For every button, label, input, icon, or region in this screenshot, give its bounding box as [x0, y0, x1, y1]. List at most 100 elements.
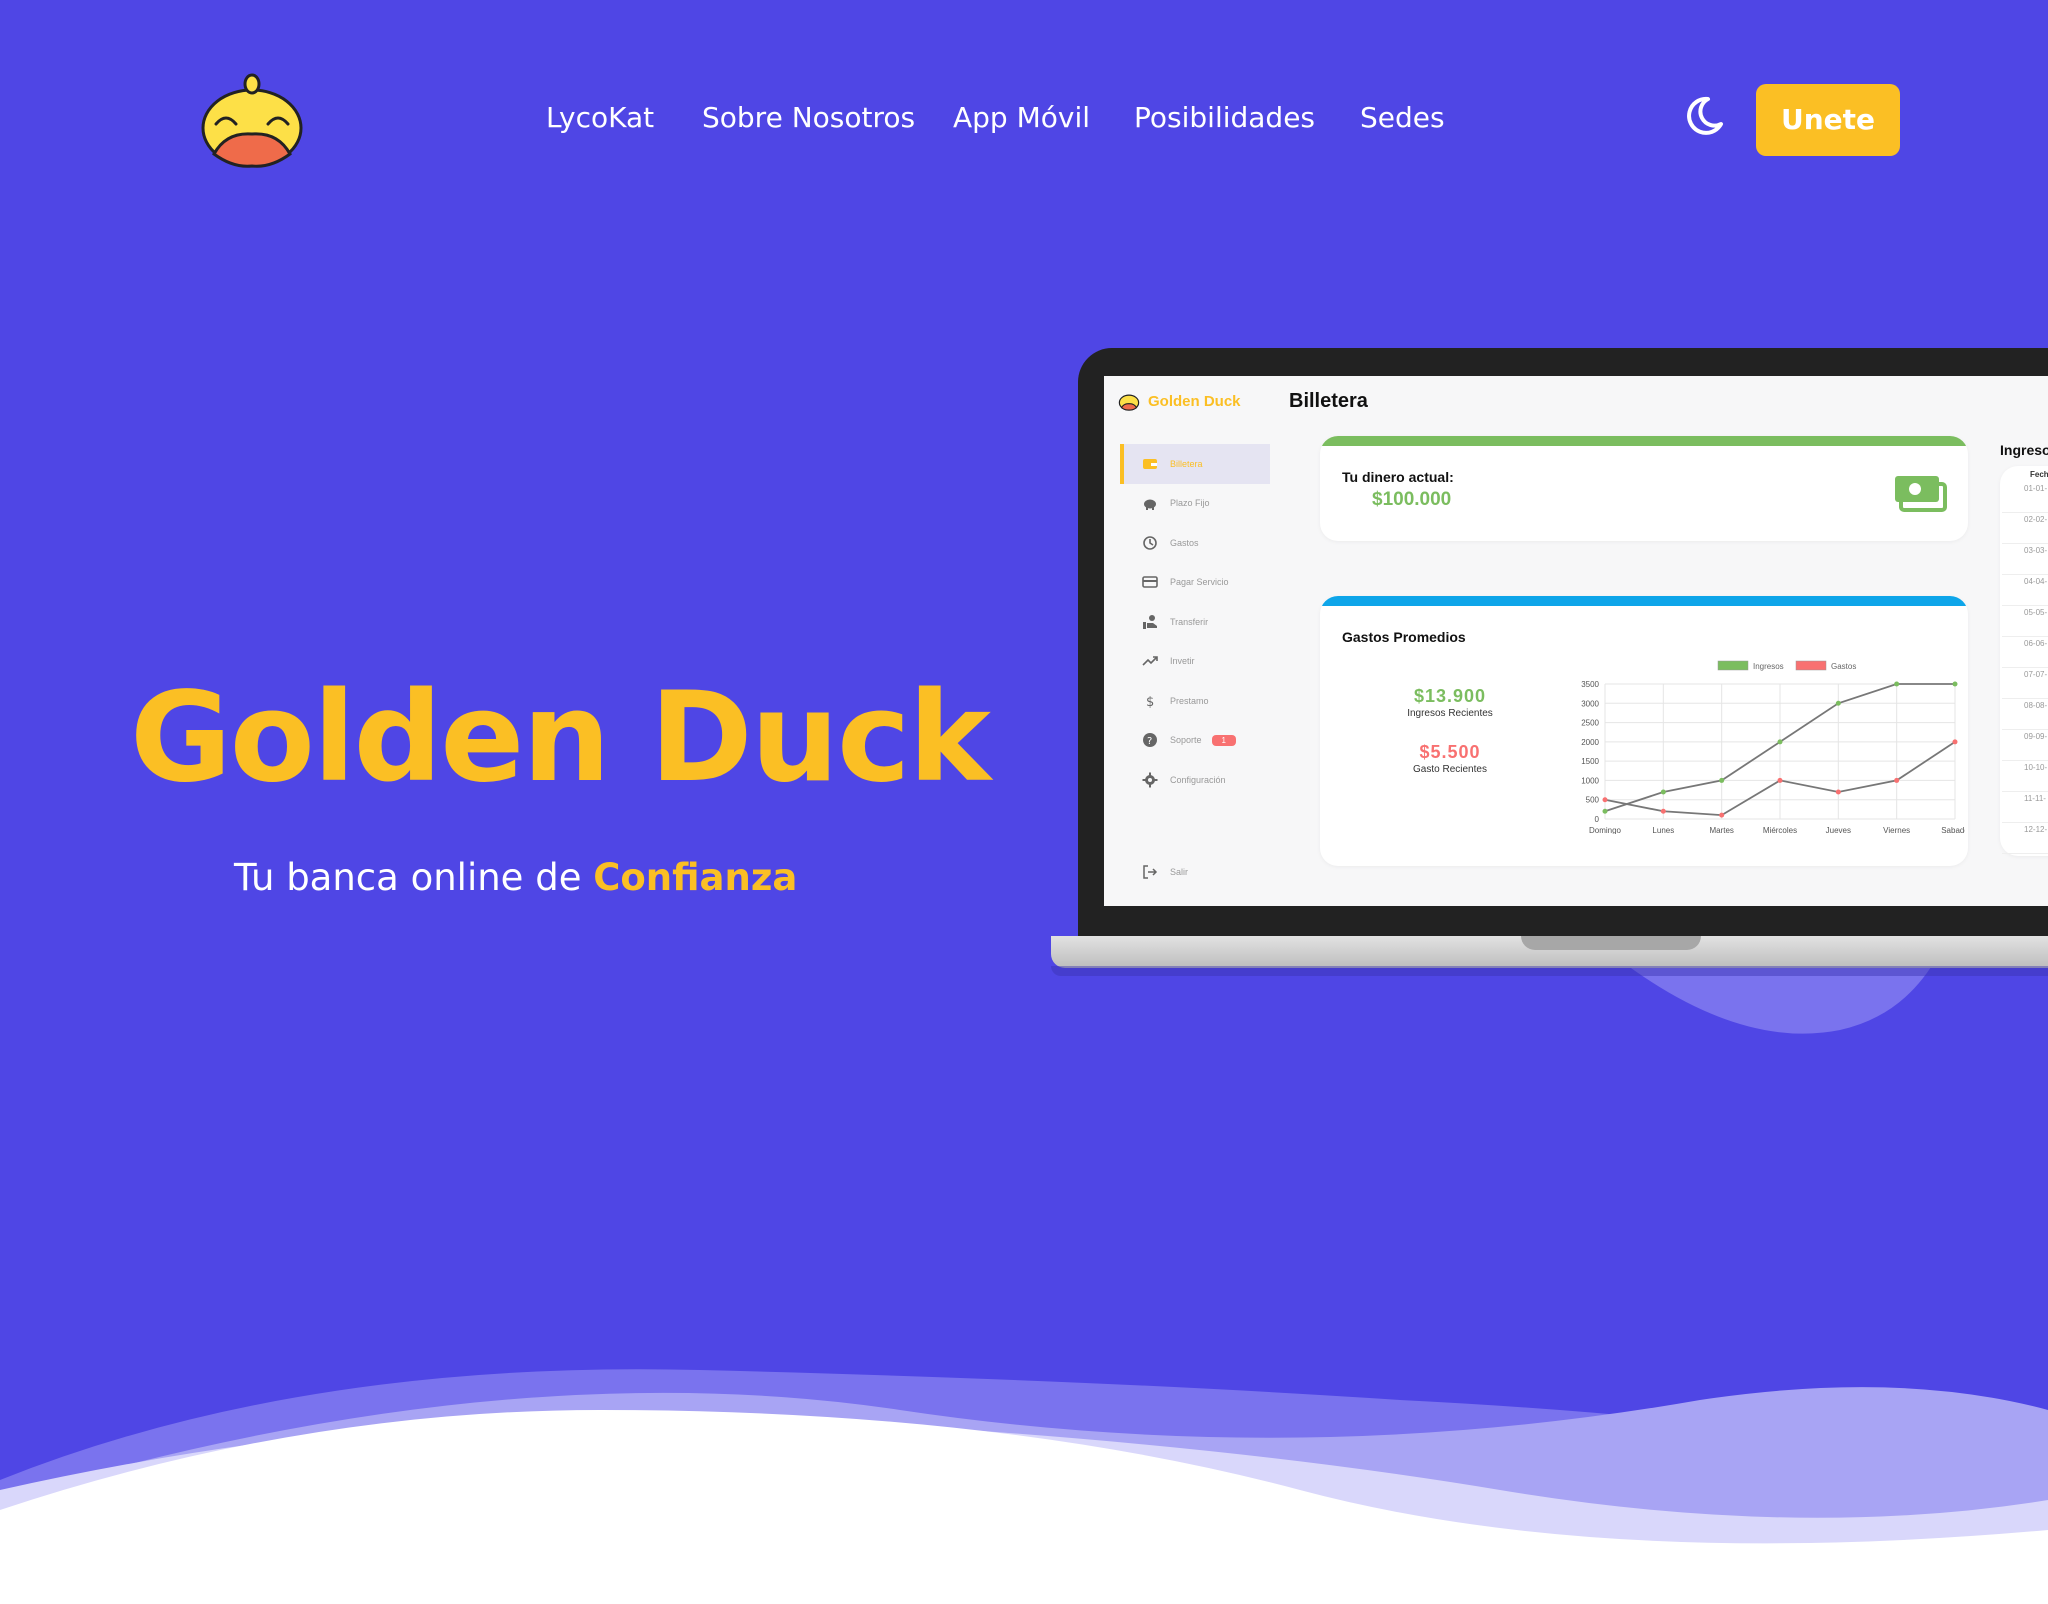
legend-swatch-ingresos [1717, 660, 1749, 671]
sidebar-item-pagar-servicio[interactable]: Pagar Servicio [1120, 563, 1270, 603]
sidebar-item-label: Invetir [1170, 656, 1195, 667]
join-button[interactable]: Unete [1756, 84, 1900, 156]
sidebar-item-gastos[interactable]: Gastos [1120, 523, 1270, 563]
nav-link-app-movil[interactable]: App Móvil [953, 96, 1090, 140]
income-table-row: 06-06- [2002, 637, 2048, 668]
moon-icon[interactable] [1682, 94, 1726, 138]
data-point-gastos [1952, 739, 1958, 745]
income-table-row: 01-01- [2002, 482, 2048, 513]
hero-subtitle-prefix: Tu banca online de [234, 856, 594, 899]
income-table-row: 08-08- [2002, 699, 2048, 730]
income-expense-line-chart: 0 500 1000 1500 2000 2500 3000 3500 Domingo Lunes… [1581, 660, 1965, 834]
income-table-row: 09-09- [2002, 730, 2048, 761]
sidebar-item-prestamo[interactable]: $ Prestamo [1120, 681, 1270, 721]
y-tick-label: 500 [1586, 796, 1600, 805]
nav-link-sobre-nosotros[interactable]: Sobre Nosotros [702, 96, 915, 140]
balance-value: $100.000 [1372, 489, 1452, 510]
help-icon: ? [1143, 733, 1157, 748]
income-table-row: 11-11- [2002, 792, 2048, 823]
sidebar-item-label: Transferir [1170, 616, 1209, 627]
sidebar-item-label: Pagar Servicio [1170, 577, 1229, 588]
x-tick-label: Martes [1709, 826, 1733, 834]
x-tick-label: Viernes [1883, 826, 1910, 834]
income-table-header: Fech [2030, 470, 2048, 479]
income-table-row: 12-12- [2002, 823, 2048, 854]
sidebar-item-plazo-fijo[interactable]: Plazo Fijo [1120, 484, 1270, 524]
data-point-gastos [1894, 777, 1900, 783]
piggy-bank-icon [1144, 499, 1156, 511]
data-point-ingresos [1894, 681, 1900, 687]
gear-icon [1142, 772, 1158, 788]
expense-label: Gasto Recientes [1413, 764, 1487, 775]
expense-stat: $5.500 Gasto Recientes [1370, 742, 1530, 775]
data-point-gastos [1835, 789, 1841, 795]
main-nav: LycoKat Sobre Nosotros App Móvil Posibil… [0, 96, 2048, 140]
data-point-ingresos [1952, 681, 1958, 687]
y-tick-label: 2500 [1581, 719, 1599, 728]
history-icon [1143, 535, 1157, 550]
sidebar-item-transferir[interactable]: Transferir [1120, 602, 1270, 642]
sidebar-item-label: Prestamo [1170, 695, 1209, 706]
expense-value: $5.500 [1419, 742, 1481, 762]
income-table-title: Ingreso [2000, 442, 2048, 458]
hand-transfer-icon [1143, 614, 1157, 629]
income-table-row: 07-07- [2002, 668, 2048, 699]
legend-label: Ingresos [1753, 662, 1784, 671]
sidebar-item-label: Plazo Fijo [1170, 498, 1210, 509]
data-point-gastos [1777, 777, 1783, 783]
income-table-row: 03-03- [2002, 544, 2048, 575]
averages-card: Gastos Promedios $13.900 Ingresos Recien… [1320, 596, 1968, 866]
legend-swatch-gastos [1795, 660, 1827, 671]
logout-label: Salir [1170, 867, 1189, 877]
dashboard-brand-name: Golden Duck [1148, 392, 1241, 410]
hero-subtitle: Tu banca online de Confianza [234, 856, 797, 899]
data-point-ingresos [1602, 808, 1608, 814]
dashboard-page-title: Billetera [1289, 390, 1368, 412]
nav-link-posibilidades[interactable]: Posibilidades [1134, 96, 1315, 140]
data-point-gastos [1719, 812, 1725, 818]
data-point-ingresos [1660, 789, 1666, 795]
laptop-shadow [1051, 966, 2048, 976]
x-tick-label: Miércoles [1763, 826, 1797, 834]
averages-card-bar [1320, 596, 1968, 606]
sidebar-item-label: Soporte [1170, 735, 1202, 746]
dashboard-screen: Golden Duck Billetera Billetera Plazo Fi… [1104, 376, 2048, 906]
y-tick-label: 1500 [1581, 757, 1599, 766]
duck-small-icon [1118, 394, 1140, 411]
data-point-gastos [1660, 808, 1666, 814]
sidebar-item-invetir[interactable]: Invetir [1120, 642, 1270, 682]
money-bill-icon [1895, 476, 1947, 512]
data-point-ingresos [1835, 700, 1841, 706]
support-badge: 1 [1211, 734, 1236, 746]
logout-button[interactable]: Salir [1142, 864, 1188, 880]
dashboard-brand[interactable]: Golden Duck [1118, 390, 1241, 412]
x-tick-label: Sabado [1941, 826, 1965, 834]
sidebar-item-configuracion[interactable]: Configuración [1120, 760, 1270, 800]
sidebar-item-billetera[interactable]: Billetera [1120, 444, 1270, 484]
nav-link-lycokat[interactable]: LycoKat [546, 96, 654, 140]
svg-text:$: $ [1146, 695, 1154, 709]
data-point-ingresos [1777, 739, 1783, 745]
nav-link-sedes[interactable]: Sedes [1360, 96, 1445, 140]
hero-title: Golden Duck [130, 666, 991, 810]
sidebar-item-soporte[interactable]: ? Soporte 1 [1120, 721, 1270, 761]
income-table-row: 04-04- [2002, 575, 2048, 606]
x-tick-label: Jueves [1826, 826, 1851, 834]
hero-subtitle-highlight: Confianza [593, 856, 798, 899]
sidebar-item-label: Gastos [1170, 537, 1199, 548]
sidebar-item-label: Billetera [1170, 458, 1203, 469]
y-tick-label: 0 [1595, 815, 1600, 824]
income-label: Ingresos Recientes [1407, 708, 1493, 719]
x-tick-label: Domingo [1589, 826, 1622, 834]
legend-label: Gastos [1831, 662, 1856, 671]
logout-icon [1143, 865, 1158, 879]
income-table-row: 02-02- [2002, 513, 2048, 544]
y-tick-label: 3000 [1581, 699, 1599, 708]
dashboard-sidebar: Billetera Plazo Fijo Gastos Pagar Servic… [1120, 444, 1270, 800]
wallet-icon [1143, 458, 1157, 469]
y-tick-label: 2000 [1581, 738, 1599, 747]
laptop-notch [1521, 936, 1701, 950]
averages-title: Gastos Promedios [1342, 629, 1466, 645]
svg-text:?: ? [1147, 736, 1152, 747]
trending-up-icon [1142, 656, 1158, 666]
